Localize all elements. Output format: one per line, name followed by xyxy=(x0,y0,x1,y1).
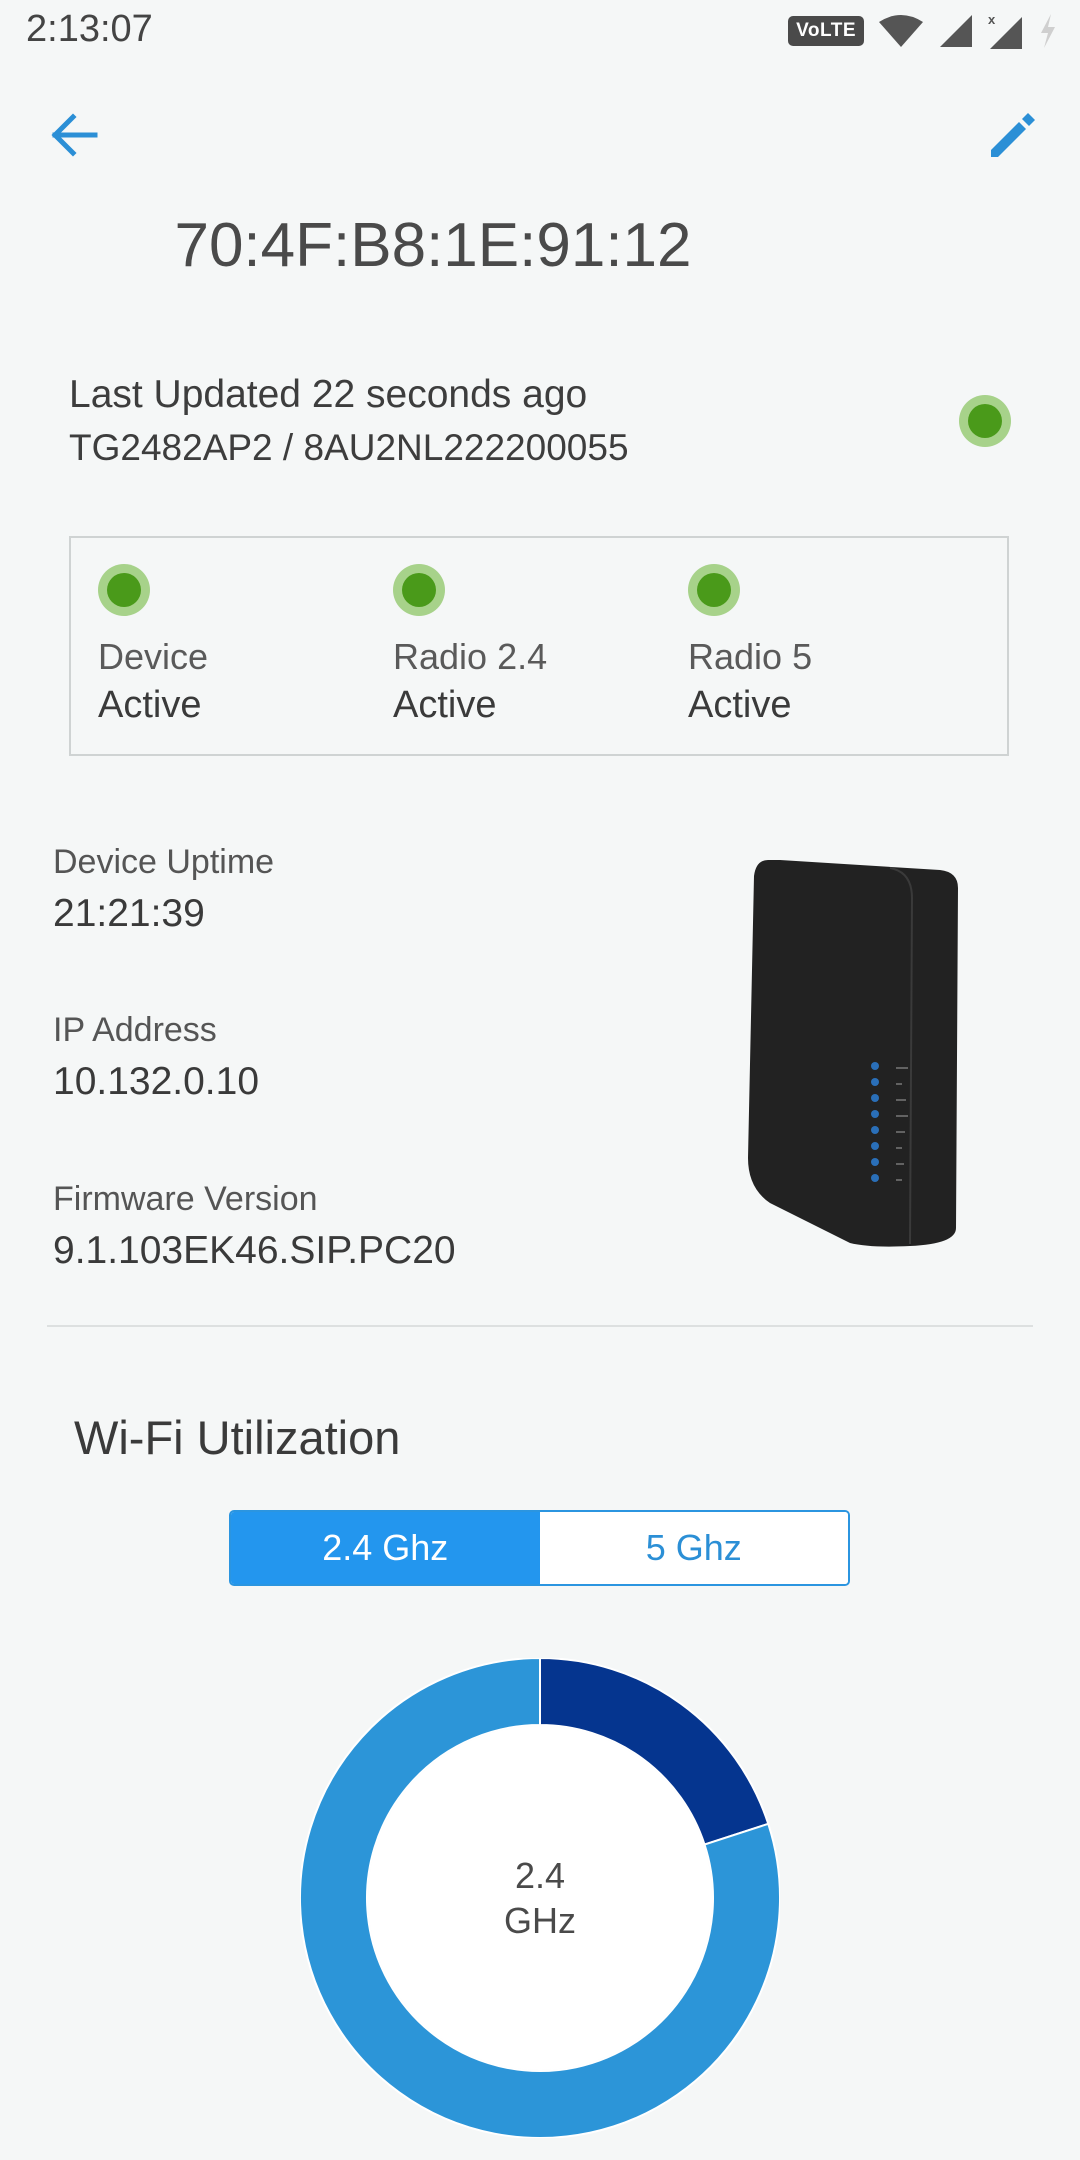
overall-status-indicator xyxy=(959,395,1011,447)
pencil-icon xyxy=(991,113,1035,157)
router-image xyxy=(748,860,958,1247)
signal-x-icon: x xyxy=(988,12,1022,49)
uptime-block: Device Uptime 21:21:39 xyxy=(53,843,274,936)
donut-center-line2: GHz xyxy=(504,1900,576,1941)
status-device: Device Active xyxy=(98,564,208,727)
volte-icon: VoLTE xyxy=(788,16,864,46)
last-updated-text: Last Updated 22 seconds ago xyxy=(69,373,588,416)
donut-center-label: 2.4 GHz xyxy=(300,1658,780,2138)
wifi-utilization-title: Wi-Fi Utilization xyxy=(74,1411,401,1464)
status-bar-icons: VoLTE x xyxy=(788,12,1058,50)
edit-button[interactable] xyxy=(978,100,1048,170)
firmware-block: Firmware Version 9.1.103EK46.SIP.PC20 xyxy=(53,1180,456,1273)
band-toggle: 2.4 Ghz 5 Ghz xyxy=(229,1510,850,1586)
uptime-label: Device Uptime xyxy=(53,843,275,881)
charging-icon xyxy=(1041,14,1055,48)
arrow-left-icon xyxy=(51,113,98,157)
signal-icon xyxy=(940,15,972,47)
uptime-value: 21:21:39 xyxy=(53,892,205,935)
status-indicator-icon xyxy=(393,564,445,616)
status-indicator-icon xyxy=(98,564,150,616)
status-value: Active xyxy=(98,684,202,726)
status-bar-time: 2:13:07 xyxy=(26,8,153,50)
back-button[interactable] xyxy=(40,100,110,170)
tab-5-ghz[interactable]: 5 Ghz xyxy=(539,1512,848,1584)
ip-block: IP Address 10.132.0.10 xyxy=(53,1011,259,1104)
status-radio-24: Radio 2.4 Active xyxy=(393,564,547,727)
status-value: Active xyxy=(688,684,792,726)
device-mac-title: 70:4F:B8:1E:91:12 xyxy=(174,211,692,280)
status-label: Radio 5 xyxy=(688,636,813,677)
donut-center-line1: 2.4 xyxy=(514,1855,566,1896)
tab-2-4-ghz[interactable]: 2.4 Ghz xyxy=(231,1512,540,1584)
ip-value: 10.132.0.10 xyxy=(53,1060,260,1103)
ip-label: IP Address xyxy=(53,1011,217,1049)
section-divider xyxy=(47,1325,1033,1327)
model-serial-text: TG2482AP2 / 8AU2NL222200055 xyxy=(69,427,629,468)
status-radio-5: Radio 5 Active xyxy=(688,564,812,727)
firmware-value: 9.1.103EK46.SIP.PC20 xyxy=(53,1229,456,1272)
status-label: Device xyxy=(98,636,209,677)
status-value: Active xyxy=(393,684,497,726)
firmware-label: Firmware Version xyxy=(53,1180,318,1218)
status-label: Radio 2.4 xyxy=(393,636,548,677)
status-indicator-icon xyxy=(688,564,740,616)
svg-text:x: x xyxy=(988,12,996,27)
wifi-icon xyxy=(879,15,923,47)
status-box: Device Active Radio 2.4 Active Radio 5 A… xyxy=(69,536,1009,756)
